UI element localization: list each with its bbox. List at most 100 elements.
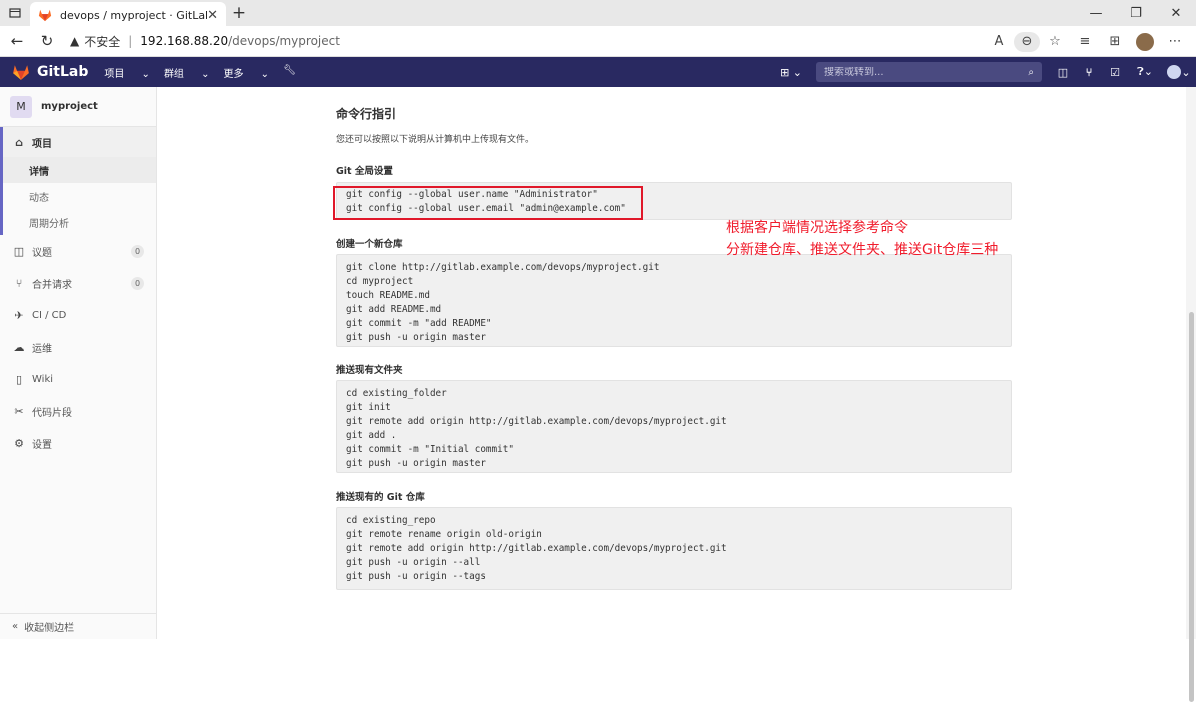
project-avatar: M bbox=[10, 95, 32, 118]
browser-tab-bar: devops / myproject · GitLab ✕ + — ❐ ✕ bbox=[0, 0, 1196, 28]
merge-request-icon: ⑂ bbox=[15, 276, 23, 290]
gitlab-brand: GitLab bbox=[37, 64, 89, 80]
rocket-icon: ✈︎ bbox=[14, 308, 24, 322]
menu-groups-label: 群组 bbox=[163, 68, 184, 80]
close-tab-icon[interactable]: ✕ bbox=[207, 8, 218, 23]
sidebar-item-project[interactable]: ⌂ 项目 bbox=[0, 127, 156, 157]
minimize-icon[interactable]: — bbox=[1076, 0, 1116, 26]
page-title: 命令行指引 bbox=[336, 107, 397, 121]
sidebar-item-label: 合并请求 bbox=[32, 279, 72, 291]
sidebar-item-details[interactable]: 详情 bbox=[0, 157, 156, 183]
address-bar: ← ↻ ▲ 不安全 | 192.168.88.20 /devops/myproj… bbox=[0, 26, 1196, 57]
search-input[interactable] bbox=[824, 66, 1029, 78]
help-icon[interactable]: ❓︎⌄ bbox=[1128, 65, 1162, 79]
zoom-icon[interactable]: ⊖ bbox=[1014, 31, 1040, 52]
new-item-icon[interactable]: ⊞ ⌄ bbox=[780, 66, 802, 79]
sidebar-item-label: 动态 bbox=[29, 192, 49, 204]
sidebar-item-issues[interactable]: ◫ 议题 0 bbox=[0, 235, 156, 267]
gear-icon: ⚙︎ bbox=[14, 436, 24, 450]
sidebar-item-operations[interactable]: ☁︎ 运维 bbox=[0, 331, 156, 363]
sidebar-item-snippets[interactable]: ✂︎ 代码片段 bbox=[0, 395, 156, 427]
favorites-list-icon[interactable]: ≡ bbox=[1070, 34, 1100, 49]
project-sidebar: M myproject ⌂ 项目 详情 动态 周期分析 ◫ 议题 0 ⑂ 合并请… bbox=[0, 87, 157, 639]
intro-text: 您还可以按照以下说明从计算机中上传现有文件。 bbox=[336, 135, 535, 145]
issues-count-badge: 0 bbox=[131, 244, 144, 258]
sidebar-item-label: 项目 bbox=[32, 138, 52, 150]
menu-groups[interactable]: 群组 ⌄ bbox=[164, 65, 210, 80]
gitlab-favicon-icon bbox=[38, 9, 52, 22]
tab-title: devops / myproject · GitLab bbox=[60, 8, 208, 22]
refresh-icon[interactable]: ↻ bbox=[34, 28, 60, 54]
search-icon: ⌕ bbox=[1028, 66, 1034, 78]
sidebar-item-label: 周期分析 bbox=[29, 218, 69, 230]
sidebar-project-header[interactable]: M myproject bbox=[0, 87, 156, 127]
warning-icon: ▲ bbox=[70, 34, 80, 48]
section-heading-existing-repo: 推送现有的 Git 仓库 bbox=[336, 492, 425, 503]
sidebar-item-activity[interactable]: 动态 bbox=[0, 183, 156, 209]
collapse-sidebar-button[interactable]: « 收起侧边栏 bbox=[0, 613, 157, 639]
menu-projects-label: 项目 bbox=[104, 68, 125, 80]
back-arrow-icon[interactable]: ← bbox=[4, 28, 30, 54]
issues-icon: ◫ bbox=[13, 244, 25, 258]
insecure-label: 不安全 bbox=[84, 34, 121, 49]
sidebar-item-label: CI / CD bbox=[32, 309, 67, 321]
home-icon: ⌂ bbox=[15, 135, 23, 149]
menu-projects[interactable]: 项目 ⌄ bbox=[104, 65, 150, 80]
annotation-note: 根据客户端情况选择参考命令 分新建仓库、推送文件夹、推送Git仓库三种 bbox=[726, 217, 998, 261]
restore-icon[interactable]: ❐ bbox=[1116, 0, 1156, 26]
menu-more[interactable]: 更多 ⌄ bbox=[224, 65, 270, 80]
tab-actions-icon bbox=[9, 8, 21, 18]
scrollbar-thumb[interactable] bbox=[1189, 312, 1194, 702]
gitlab-fox-icon bbox=[13, 65, 29, 80]
double-chevron-left-icon: « bbox=[12, 621, 19, 632]
sidebar-item-cycle-analytics[interactable]: 周期分析 bbox=[0, 209, 156, 235]
url-host: 192.168.88.20 bbox=[140, 34, 229, 48]
issues-header-icon[interactable]: ◫ bbox=[1050, 66, 1076, 79]
favorite-star-icon[interactable]: ☆ bbox=[1040, 34, 1070, 49]
sidebar-item-wiki[interactable]: ▯ Wiki bbox=[0, 363, 156, 395]
sidebar-item-label: 议题 bbox=[32, 247, 52, 259]
browser-profile-avatar[interactable] bbox=[1136, 32, 1154, 51]
merge-requests-header-icon[interactable]: ⑂ bbox=[1076, 66, 1102, 79]
sidebar-item-settings[interactable]: ⚙︎ 设置 bbox=[0, 427, 156, 459]
browser-toolbar-right: A ⊖ ☆ ≡ ⊞ ⋯ bbox=[984, 26, 1190, 57]
url-field[interactable]: ▲ 不安全 | 192.168.88.20 /devops/myproject bbox=[70, 33, 340, 50]
menu-more-label: 更多 bbox=[223, 68, 244, 80]
scissors-icon: ✂︎ bbox=[14, 404, 24, 418]
collections-icon[interactable]: ⊞ bbox=[1100, 34, 1130, 49]
code-block-existing-folder[interactable]: cd existing_folder git init git remote a… bbox=[336, 380, 1012, 473]
new-tab-button[interactable]: + bbox=[226, 0, 252, 26]
merge-requests-count-badge: 0 bbox=[131, 276, 144, 290]
wrench-icon[interactable]: 🔧︎ bbox=[283, 65, 296, 80]
tab-actions-button[interactable] bbox=[0, 0, 30, 26]
top-menu: 项目 ⌄ 群组 ⌄ 更多 ⌄ 🔧︎ bbox=[104, 65, 309, 80]
sidebar-item-label: Wiki bbox=[32, 373, 54, 385]
window-controls: — ❐ ✕ bbox=[1076, 0, 1196, 26]
section-heading-global-config: Git 全局设置 bbox=[336, 166, 393, 177]
code-block-new-repo[interactable]: git clone http://gitlab.example.com/devo… bbox=[336, 254, 1012, 347]
sidebar-item-label: 详情 bbox=[29, 166, 49, 178]
sidebar-item-label: 代码片段 bbox=[32, 407, 72, 419]
header-right: ⊞ ⌄ ⌕ ◫ ⑂ ☑ ❓︎⌄ ⌄ bbox=[780, 57, 1196, 87]
more-menu-icon[interactable]: ⋯ bbox=[1160, 34, 1190, 49]
section-heading-new-repo: 创建一个新仓库 bbox=[336, 239, 403, 250]
search-box: ⌕ bbox=[816, 62, 1042, 82]
highlight-box bbox=[333, 186, 643, 220]
project-name: myproject bbox=[41, 101, 98, 112]
gitlab-logo[interactable]: GitLab bbox=[12, 64, 88, 80]
browser-tab[interactable]: devops / myproject · GitLab ✕ bbox=[30, 2, 226, 28]
user-menu[interactable]: ⌄ bbox=[1162, 65, 1196, 79]
sidebar-item-merge-requests[interactable]: ⑂ 合并请求 0 bbox=[0, 267, 156, 299]
todos-icon[interactable]: ☑ bbox=[1102, 66, 1128, 79]
collapse-sidebar-label: 收起侧边栏 bbox=[24, 623, 75, 634]
page-scrollbar[interactable] bbox=[1186, 87, 1196, 702]
gitlab-header: GitLab 项目 ⌄ 群组 ⌄ 更多 ⌄ 🔧︎ ⊞ ⌄ ⌕ ◫ ⑂ ☑ ❓︎⌄… bbox=[0, 57, 1196, 87]
read-aloud-icon[interactable]: A bbox=[984, 34, 1014, 49]
book-icon: ▯ bbox=[15, 372, 23, 386]
sidebar-item-ci-cd[interactable]: ✈︎ CI / CD bbox=[0, 299, 156, 331]
sidebar-item-label: 运维 bbox=[32, 343, 52, 355]
url-separator: | bbox=[128, 34, 133, 48]
cloud-icon: ☁︎ bbox=[13, 340, 25, 354]
close-window-icon[interactable]: ✕ bbox=[1156, 0, 1196, 26]
code-block-existing-repo[interactable]: cd existing_repo git remote rename origi… bbox=[336, 507, 1012, 590]
